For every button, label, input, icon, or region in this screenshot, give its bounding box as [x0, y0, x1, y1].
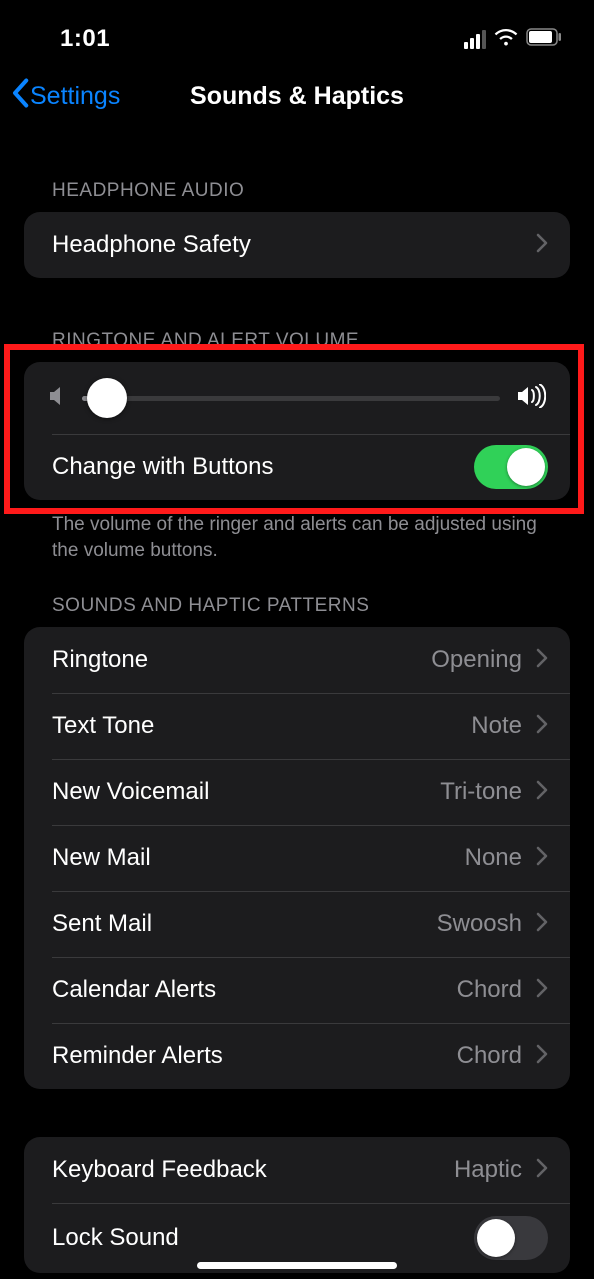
- chevron-right-icon: [536, 1158, 548, 1183]
- toggle-lock-sound[interactable]: [474, 1216, 548, 1260]
- row-label: Ringtone: [52, 646, 431, 674]
- row-ringtone[interactable]: Ringtone Opening: [24, 627, 570, 693]
- section-header-ringtone-volume: RINGTONE AND ALERT VOLUME: [52, 330, 570, 352]
- row-sent-mail[interactable]: Sent Mail Swoosh: [24, 891, 570, 957]
- row-label: Lock Sound: [52, 1224, 474, 1252]
- home-indicator[interactable]: [197, 1262, 397, 1269]
- volume-slider[interactable]: [82, 396, 500, 401]
- status-bar: 1:01: [0, 0, 594, 60]
- chevron-right-icon: [536, 714, 548, 739]
- wifi-icon: [494, 27, 518, 52]
- row-value: Chord: [457, 1042, 522, 1070]
- row-new-mail[interactable]: New Mail None: [24, 825, 570, 891]
- chevron-right-icon: [536, 648, 548, 673]
- row-label: Calendar Alerts: [52, 976, 457, 1004]
- chevron-left-icon: [10, 78, 30, 114]
- toggle-knob: [507, 448, 545, 486]
- battery-icon: [526, 28, 562, 51]
- section-footer-ringtone-volume: The volume of the ringer and alerts can …: [52, 512, 542, 563]
- row-keyboard-feedback[interactable]: Keyboard Feedback Haptic: [24, 1137, 570, 1203]
- row-label: New Voicemail: [52, 778, 440, 806]
- back-button[interactable]: Settings: [10, 78, 120, 114]
- back-label: Settings: [30, 82, 120, 111]
- row-label: New Mail: [52, 844, 465, 872]
- row-value: Haptic: [454, 1156, 522, 1184]
- row-value: Tri-tone: [440, 778, 522, 806]
- row-text-tone[interactable]: Text Tone Note: [24, 693, 570, 759]
- row-calendar-alerts[interactable]: Calendar Alerts Chord: [24, 957, 570, 1023]
- chevron-right-icon: [536, 780, 548, 805]
- cellular-icon: [464, 30, 486, 49]
- status-icons: [464, 27, 562, 52]
- row-value: Swoosh: [437, 910, 522, 938]
- toggle-change-with-buttons[interactable]: [474, 445, 548, 489]
- row-label: Sent Mail: [52, 910, 437, 938]
- group-ringtone-volume: Change with Buttons: [24, 362, 570, 500]
- status-time: 1:01: [60, 25, 110, 53]
- chevron-right-icon: [536, 1044, 548, 1069]
- chevron-right-icon: [536, 978, 548, 1003]
- chevron-right-icon: [536, 846, 548, 871]
- row-label: Headphone Safety: [52, 231, 536, 259]
- chevron-right-icon: [536, 912, 548, 937]
- content: HEADPHONE AUDIO Headphone Safety RINGTON…: [0, 180, 594, 1273]
- row-value: None: [465, 844, 522, 872]
- toggle-knob: [477, 1219, 515, 1257]
- slider-thumb[interactable]: [87, 378, 127, 418]
- section-header-headphone: HEADPHONE AUDIO: [52, 180, 570, 202]
- nav-bar: Settings Sounds & Haptics: [0, 64, 594, 128]
- nav-title: Sounds & Haptics: [190, 82, 404, 111]
- row-value: Chord: [457, 976, 522, 1004]
- row-label: Keyboard Feedback: [52, 1156, 454, 1184]
- row-reminder-alerts[interactable]: Reminder Alerts Chord: [24, 1023, 570, 1089]
- row-label: Reminder Alerts: [52, 1042, 457, 1070]
- row-label: Text Tone: [52, 712, 471, 740]
- group-other: Keyboard Feedback Haptic Lock Sound: [24, 1137, 570, 1273]
- group-headphone: Headphone Safety: [24, 212, 570, 278]
- row-label: Change with Buttons: [52, 453, 474, 481]
- chevron-right-icon: [536, 233, 548, 258]
- row-value: Note: [471, 712, 522, 740]
- screen: 1:01 Settings Sounds & Haptics HEADPHONE…: [0, 0, 594, 1279]
- row-new-voicemail[interactable]: New Voicemail Tri-tone: [24, 759, 570, 825]
- section-header-patterns: SOUNDS AND HAPTIC PATTERNS: [52, 595, 570, 617]
- row-volume-slider: [24, 362, 570, 434]
- row-change-with-buttons: Change with Buttons: [24, 434, 570, 500]
- row-value: Opening: [431, 646, 522, 674]
- row-headphone-safety[interactable]: Headphone Safety: [24, 212, 570, 278]
- volume-low-icon: [48, 385, 66, 412]
- volume-high-icon: [516, 384, 546, 413]
- group-patterns: Ringtone Opening Text Tone Note New Voic…: [24, 627, 570, 1089]
